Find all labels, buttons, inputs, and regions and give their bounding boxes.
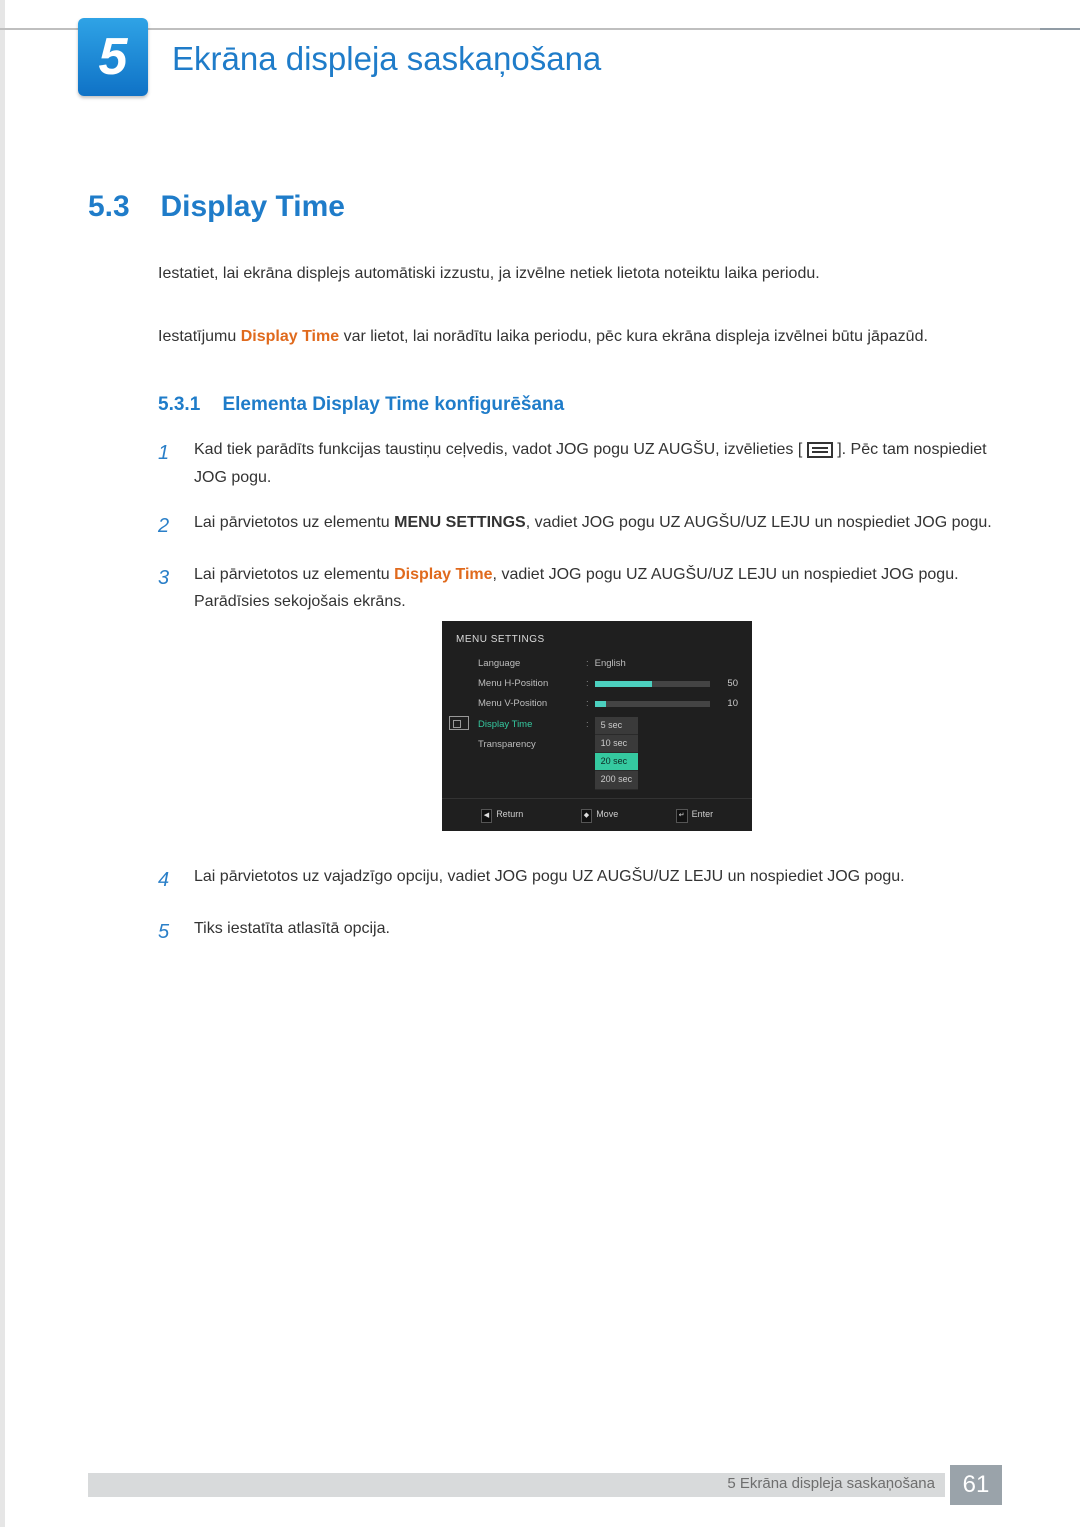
osd-body: Language Menu H-Position Menu V-Position… [442, 654, 752, 792]
step3-display-time: Display Time [394, 566, 492, 583]
osd-item-transparency: Transparency [478, 735, 586, 755]
step-text: Lai pārvietotos uz vajadzīgo opciju, vad… [194, 863, 1000, 897]
osd-return-hint: ◀Return [481, 807, 523, 823]
osd-vpos-value: 10 [716, 696, 738, 712]
step-text: Tiks iestatīta atlasītā opcija. [194, 915, 1000, 949]
osd-language-value: English [595, 656, 626, 672]
footer-label: 5 Ekrāna displeja saskaņošana [727, 1475, 935, 1492]
osd-option: 200 sec [595, 771, 639, 789]
step-text: Lai pārvietotos uz elementu MENU SETTING… [194, 509, 1000, 543]
subsection-number: 5.3.1 [158, 394, 218, 416]
osd-option-selected: 20 sec [595, 753, 639, 771]
step-number: 1 [158, 436, 176, 490]
osd-item-hpos: Menu H-Position [478, 674, 586, 694]
step-number: 3 [158, 561, 176, 845]
settings-osd-icon [449, 716, 469, 730]
step-number: 2 [158, 509, 176, 543]
osd-option: 10 sec [595, 735, 639, 753]
osd-hpos-value: 50 [716, 676, 738, 692]
subsection-heading: 5.3.1 Elementa Display Time konfigurēšan… [158, 394, 1000, 416]
page-footer: 5 Ekrāna displeja saskaņošana 61 [0, 1465, 1080, 1505]
osd-dropdown: 5 sec 10 sec 20 sec 200 sec [595, 717, 639, 790]
osd-icon-column [442, 654, 476, 792]
step-number: 5 [158, 915, 176, 949]
footer-page-number: 61 [950, 1465, 1002, 1505]
osd-values: :English :50 :10 : 5 sec 10 sec 20 sec 2… [586, 654, 752, 792]
chapter-title: Ekrāna displeja saskaņošana [172, 40, 601, 78]
steps-list: 1 Kad tiek parādīts funkcijas taustiņu c… [158, 436, 1000, 948]
intro2-display-time: Display Time [241, 328, 339, 345]
section-title: Display Time [160, 190, 345, 223]
osd-footer: ◀Return ◆Move ↵Enter [442, 798, 752, 825]
osd-row-display-time: : 5 sec 10 sec 20 sec 200 sec [586, 715, 738, 792]
osd-hpos-slider [595, 681, 710, 687]
step2-menu-settings: MENU SETTINGS [394, 514, 526, 531]
intro-paragraph-1: Iestatiet, lai ekrāna displejs automātis… [158, 260, 1000, 287]
osd-item-display-time: Display Time [478, 715, 586, 735]
menu-icon [807, 442, 833, 458]
osd-title: MENU SETTINGS [442, 629, 752, 654]
step-3: 3 Lai pārvietotos uz elementu Display Ti… [158, 561, 1000, 845]
osd-row-vpos: :10 [586, 694, 738, 714]
step-2: 2 Lai pārvietotos uz elementu MENU SETTI… [158, 509, 1000, 543]
osd-vpos-slider [595, 701, 710, 707]
step-4: 4 Lai pārvietotos uz vajadzīgo opciju, v… [158, 863, 1000, 897]
osd-item-vpos: Menu V-Position [478, 694, 586, 714]
step-text: Kad tiek parādīts funkcijas taustiņu ceļ… [194, 436, 1000, 490]
step2-b: , vadiet JOG pogu UZ AUGŠU/UZ LEJU un no… [526, 514, 992, 531]
osd-screenshot: MENU SETTINGS Language Menu H-Position M… [442, 621, 752, 831]
intro2-c: var lietot, lai norādītu laika periodu, … [339, 328, 928, 345]
step1-pre: Kad tiek parādīts funkcijas taustiņu ceļ… [194, 441, 802, 458]
osd-menu-list: Language Menu H-Position Menu V-Position… [476, 654, 586, 792]
osd-enter-hint: ↵Enter [676, 807, 713, 823]
top-rule [0, 28, 1080, 30]
step3-a: Lai pārvietotos uz elementu [194, 566, 394, 583]
section-number: 5.3 [88, 190, 156, 224]
osd-move-hint: ◆Move [581, 807, 618, 823]
osd-item-language: Language [478, 654, 586, 674]
subsection-title: Elementa Display Time konfigurēšana [222, 394, 564, 415]
step-text: Lai pārvietotos uz elementu Display Time… [194, 561, 1000, 845]
content-area: 5.3 Display Time Iestatiet, lai ekrāna d… [88, 190, 1000, 967]
left-edge-decor [0, 0, 5, 1527]
step-number: 4 [158, 863, 176, 897]
chapter-number: 5 [99, 27, 128, 87]
intro-paragraph-2: Iestatījumu Display Time var lietot, lai… [158, 323, 1000, 350]
chapter-badge: 5 [78, 18, 148, 96]
section-heading: 5.3 Display Time [88, 190, 1000, 224]
step2-a: Lai pārvietotos uz elementu [194, 514, 394, 531]
step-5: 5 Tiks iestatīta atlasītā opcija. [158, 915, 1000, 949]
step-1: 1 Kad tiek parādīts funkcijas taustiņu c… [158, 436, 1000, 490]
osd-row-language: :English [586, 654, 738, 674]
osd-option: 5 sec [595, 717, 639, 735]
osd-row-hpos: :50 [586, 674, 738, 694]
intro2-a: Iestatījumu [158, 328, 241, 345]
